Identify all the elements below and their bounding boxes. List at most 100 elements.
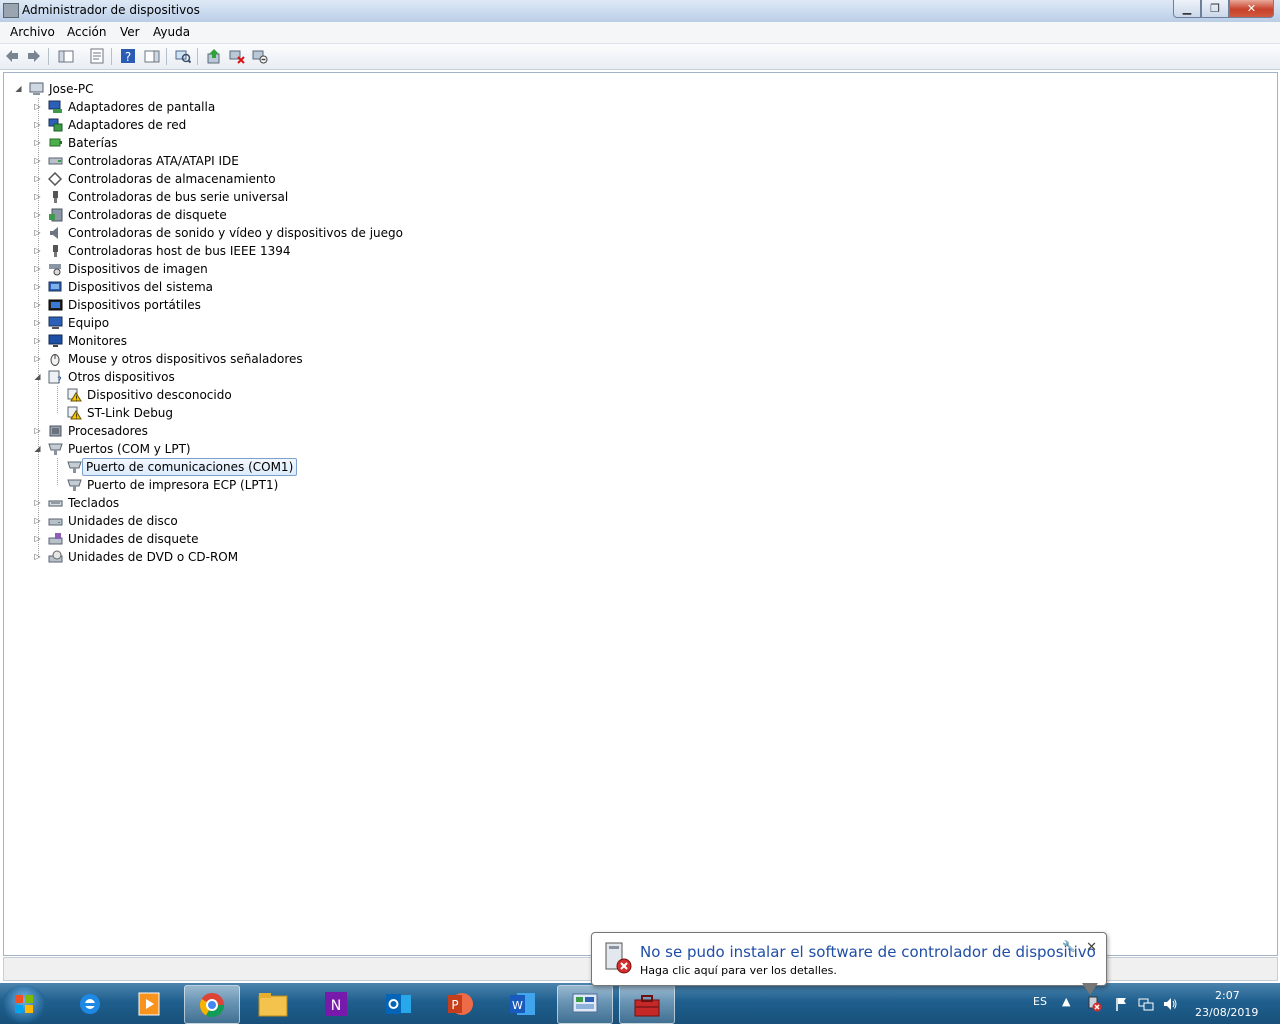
back-arrow-icon[interactable] bbox=[4, 48, 20, 64]
port-icon bbox=[48, 443, 63, 455]
expand-arrow-icon[interactable]: ▷ bbox=[33, 494, 42, 512]
expand-arrow-icon[interactable]: ▷ bbox=[33, 350, 42, 368]
tree-item-label: Controladoras de sonido y vídeo y dispos… bbox=[68, 226, 403, 240]
menu-accion[interactable]: Acción bbox=[67, 25, 106, 39]
warning-device-icon: ! bbox=[67, 388, 82, 402]
close-button[interactable]: ✕ bbox=[1229, 0, 1274, 18]
media-player-icon bbox=[138, 992, 160, 1015]
powerpoint-icon: P bbox=[448, 992, 473, 1015]
word-button[interactable]: W bbox=[495, 985, 549, 1022]
tree-item-label: Controladoras ATA/ATAPI IDE bbox=[68, 154, 239, 168]
control-panel-button[interactable] bbox=[557, 985, 613, 1024]
balloon-text: Haga clic aquí para ver los detalles. bbox=[640, 964, 837, 977]
device-manager-button[interactable] bbox=[619, 985, 675, 1024]
chrome-button[interactable] bbox=[184, 985, 240, 1024]
toolbar-separator bbox=[197, 48, 198, 65]
expand-arrow-icon[interactable]: ▷ bbox=[33, 224, 42, 242]
tree-connector bbox=[57, 458, 58, 485]
outlook-button[interactable] bbox=[371, 985, 425, 1022]
expand-arrow-icon[interactable]: ▷ bbox=[33, 422, 42, 440]
file-explorer-button[interactable] bbox=[246, 985, 300, 1022]
forward-arrow-icon[interactable] bbox=[26, 48, 42, 64]
menu-ayuda[interactable]: Ayuda bbox=[153, 25, 190, 39]
menu-archivo[interactable]: Archivo bbox=[10, 25, 55, 39]
tree-child-label: Dispositivo desconocido bbox=[87, 388, 232, 402]
port-icon bbox=[67, 461, 82, 473]
update-driver-icon[interactable] bbox=[206, 48, 222, 64]
svg-text:?: ? bbox=[125, 50, 131, 64]
expand-arrow-icon[interactable]: ▷ bbox=[33, 98, 42, 116]
media-player-button[interactable] bbox=[122, 985, 176, 1022]
help-icon[interactable]: ? bbox=[120, 48, 136, 64]
expand-arrow-icon[interactable]: ▷ bbox=[33, 260, 42, 278]
show-hide-tree-icon[interactable] bbox=[58, 48, 74, 64]
tree-item-label: Puertos (COM y LPT) bbox=[68, 442, 191, 456]
action-center-flag-icon[interactable] bbox=[1114, 996, 1130, 1012]
expand-arrow-icon[interactable]: ▷ bbox=[33, 278, 42, 296]
device-tree[interactable]: ◢ Jose-PC ▷ Adaptadores de pantalla ▷ Ad… bbox=[3, 72, 1278, 956]
keyboard-icon bbox=[48, 500, 63, 507]
disable-device-icon[interactable] bbox=[252, 48, 268, 64]
title-bar: Administrador de dispositivos ▁ ❐ ✕ bbox=[0, 0, 1280, 23]
menu-ver[interactable]: Ver bbox=[120, 25, 140, 39]
expand-arrow-icon[interactable]: ▷ bbox=[33, 314, 42, 332]
expand-arrow-icon[interactable]: ▷ bbox=[33, 134, 42, 152]
firewire-icon bbox=[53, 245, 58, 257]
properties-icon[interactable] bbox=[89, 48, 105, 64]
toolbar: ? bbox=[0, 44, 1280, 70]
expand-arrow-icon[interactable]: ▷ bbox=[33, 512, 42, 530]
expand-arrow-icon[interactable]: ▷ bbox=[33, 152, 42, 170]
expand-arrow-icon[interactable]: ▷ bbox=[33, 332, 42, 350]
expand-arrow-icon[interactable]: ▷ bbox=[33, 530, 42, 548]
wrench-icon[interactable]: 🔧 bbox=[1062, 940, 1076, 953]
maximize-button[interactable]: ❐ bbox=[1201, 0, 1229, 18]
svg-text:W: W bbox=[512, 999, 523, 1012]
clock-date[interactable]: 23/08/2019 bbox=[1195, 1006, 1258, 1019]
tree-item-label: Controladoras host de bus IEEE 1394 bbox=[68, 244, 291, 258]
file-explorer-icon bbox=[258, 992, 288, 1016]
expand-arrow-icon[interactable]: ▷ bbox=[33, 206, 42, 224]
collapse-arrow-icon[interactable]: ◢ bbox=[14, 80, 23, 98]
svg-text:!: ! bbox=[75, 395, 78, 403]
network-icon[interactable] bbox=[1138, 996, 1154, 1012]
notification-balloon[interactable]: No se pudo instalar el software de contr… bbox=[591, 932, 1107, 995]
internet-explorer-button[interactable] bbox=[63, 985, 117, 1022]
expand-arrow-icon[interactable]: ▷ bbox=[33, 116, 42, 134]
device-error-tray-icon[interactable] bbox=[1086, 996, 1102, 1012]
processor-icon bbox=[49, 425, 62, 437]
powerpoint-button[interactable]: P bbox=[433, 985, 487, 1022]
floppy-controller-icon bbox=[49, 208, 63, 222]
tree-root-label: Jose-PC bbox=[49, 82, 94, 96]
expand-arrow-icon[interactable]: ▷ bbox=[33, 170, 42, 188]
expand-arrow-icon[interactable]: ▷ bbox=[33, 296, 42, 314]
expand-arrow-icon[interactable]: ▷ bbox=[33, 242, 42, 260]
start-button[interactable] bbox=[2, 985, 46, 1023]
tree-connector bbox=[57, 386, 58, 413]
close-icon[interactable]: ✕ bbox=[1086, 940, 1097, 955]
language-indicator[interactable]: ES bbox=[1033, 995, 1047, 1008]
floppy-drive-icon bbox=[48, 533, 63, 545]
svg-text:?: ? bbox=[57, 376, 62, 384]
device-manager-icon bbox=[634, 994, 660, 1016]
show-hidden-icons-icon[interactable]: ▲ bbox=[1062, 995, 1070, 1008]
tree-item-label: Otros dispositivos bbox=[68, 370, 175, 384]
window-controls: ▁ ❐ ✕ bbox=[1173, 0, 1274, 18]
expand-arrow-icon[interactable]: ▷ bbox=[33, 188, 42, 206]
action-pane-icon[interactable] bbox=[144, 48, 160, 64]
collapse-arrow-icon[interactable]: ◢ bbox=[33, 440, 42, 458]
tree-item-label: Baterías bbox=[68, 136, 118, 150]
tree-item-label: Controladoras de bus serie universal bbox=[68, 190, 289, 204]
expand-arrow-icon[interactable]: ▷ bbox=[33, 548, 42, 566]
device-manager-icon bbox=[3, 3, 19, 18]
clock-time[interactable]: 2:07 bbox=[1215, 989, 1240, 1002]
svg-text:P: P bbox=[451, 998, 458, 1012]
scan-hardware-icon[interactable] bbox=[175, 48, 191, 64]
speaker-icon bbox=[50, 227, 58, 239]
minimize-button[interactable]: ▁ bbox=[1173, 0, 1201, 18]
volume-icon[interactable] bbox=[1162, 996, 1178, 1012]
svg-text:!: ! bbox=[75, 413, 78, 421]
collapse-arrow-icon[interactable]: ◢ bbox=[33, 368, 42, 386]
onenote-button[interactable]: N bbox=[309, 985, 363, 1022]
uninstall-device-icon[interactable] bbox=[229, 48, 245, 64]
tree-item-label: Adaptadores de red bbox=[68, 118, 187, 132]
